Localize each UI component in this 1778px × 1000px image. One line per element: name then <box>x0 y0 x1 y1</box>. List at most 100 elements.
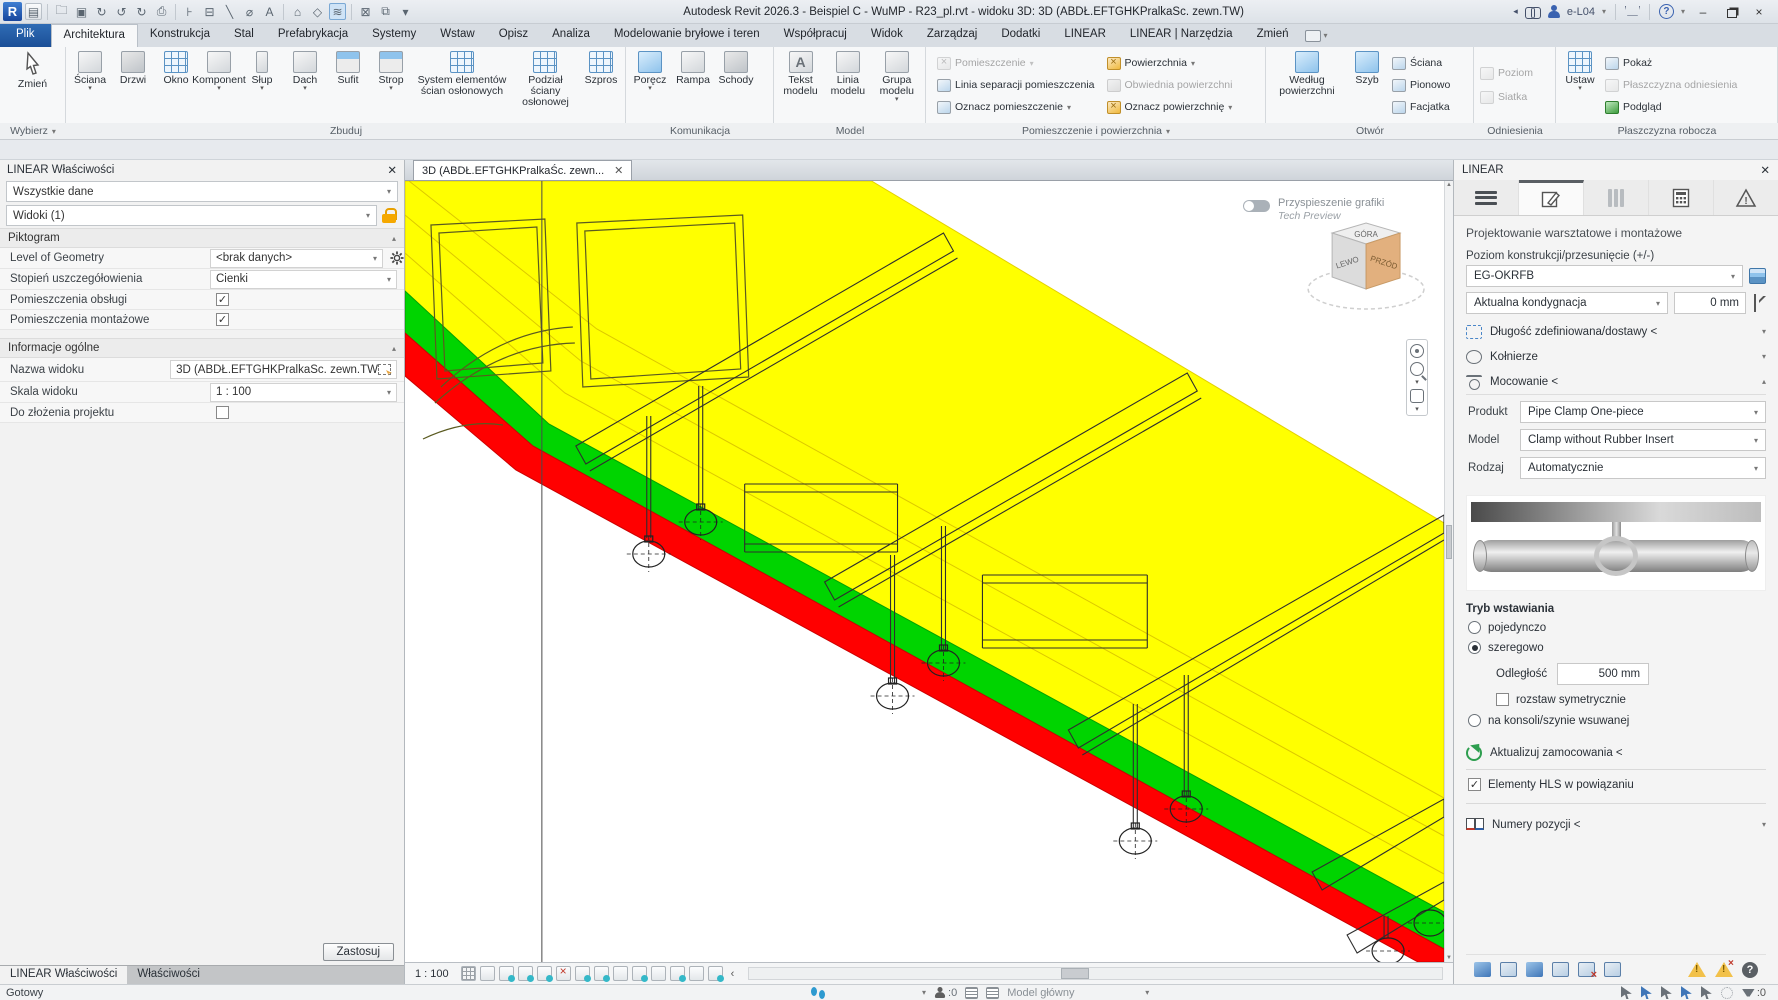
worksharing-display-icon[interactable] <box>670 966 685 981</box>
exchange-icon[interactable]: ≋ <box>329 3 346 20</box>
scroll-up-icon[interactable]: ▲ <box>1445 182 1453 188</box>
mounting-rooms-checkbox[interactable]: ✓ <box>216 313 229 326</box>
column-button[interactable]: Słup▾ <box>241 49 283 121</box>
qat-customize-icon[interactable]: ▾ <box>397 3 414 20</box>
detail-level-icon[interactable] <box>461 966 476 981</box>
default-3d-view-icon[interactable]: ⌂ <box>289 3 306 20</box>
door-button[interactable]: Drzwi <box>112 49 154 121</box>
update-fastenings-button[interactable]: Aktualizuj zamocowania < <box>1466 740 1766 765</box>
tab-prefabrykacja[interactable]: Prefabrykacja <box>266 24 360 47</box>
project-assembly-checkbox[interactable] <box>216 406 229 419</box>
duct-delete-icon[interactable] <box>1578 962 1595 977</box>
stairs-button[interactable]: Schody <box>715 49 757 121</box>
tab-calculator[interactable] <box>1649 180 1714 215</box>
tab-wlasciwosci[interactable]: Właściwości <box>127 966 404 984</box>
area-button[interactable]: Powierzchnia▾ <box>1104 54 1236 73</box>
section-flanges[interactable]: Kołnierze▾ <box>1466 344 1766 369</box>
section-defined-length[interactable]: Długość zdefiniowana/dostawy <▾ <box>1466 319 1766 344</box>
draw-line-icon[interactable]: ╲ <box>221 3 238 20</box>
save-icon[interactable]: ▣ <box>73 3 90 20</box>
roof-button[interactable]: Dach▾ <box>284 49 326 121</box>
tab-konstrukcja[interactable]: Konstrukcja <box>138 24 222 47</box>
rail-segment-icon[interactable] <box>1526 962 1543 977</box>
level-button[interactable]: Poziom <box>1477 64 1536 83</box>
associate-parameter-icon[interactable] <box>378 364 391 375</box>
data-filter-dropdown[interactable]: Wszystkie dane▾ <box>6 181 398 202</box>
horizontal-scrollbar[interactable] <box>748 967 1443 980</box>
scrollbar-thumb[interactable] <box>1061 968 1089 979</box>
move-with-nearby-icon[interactable] <box>708 966 723 981</box>
show-crop-region-icon[interactable] <box>575 966 590 981</box>
vertical-scrollbar[interactable]: ▲ ▼ <box>1444 181 1453 962</box>
distance-field[interactable]: 500 mm <box>1557 663 1649 685</box>
ceiling-button[interactable]: Sufit <box>327 49 369 121</box>
view-tab-3d[interactable]: 3D (ABDŁ.EFTGHKPralkaŚc. zewn... ✕ <box>413 160 632 180</box>
shaft-button[interactable]: Szyb <box>1346 49 1388 121</box>
reveal-hidden-elements-icon[interactable] <box>632 966 647 981</box>
pan-icon[interactable] <box>1410 389 1424 403</box>
zoom-icon[interactable] <box>1410 362 1424 376</box>
wall-opening-button[interactable]: Ściana <box>1389 54 1453 73</box>
group-label-wybierz[interactable]: Wybierz▾ <box>0 123 66 140</box>
room-button[interactable]: Pomieszczenie▾ <box>934 54 1098 73</box>
tag-area-button[interactable]: Oznacz powierzchnię▾ <box>1104 98 1236 117</box>
model-text-button[interactable]: Tekst modelu <box>777 49 824 121</box>
chevron-down-icon[interactable]: ▾ <box>1415 380 1419 385</box>
measure-icon[interactable]: ⊟ <box>201 3 218 20</box>
tab-menu[interactable] <box>1454 180 1519 215</box>
clamp-area-icon[interactable] <box>1500 962 1517 977</box>
signed-in-user[interactable]: e-L04 <box>1567 6 1595 18</box>
tab-stal[interactable]: Stal <box>222 24 266 47</box>
ribbon-display-toggle[interactable]: ▾ <box>1305 24 1328 47</box>
revit-menu-button[interactable]: R <box>3 2 22 21</box>
collapse-bar-icon[interactable]: ‹ <box>727 968 739 980</box>
lock-icon[interactable] <box>381 208 397 224</box>
redo-icon[interactable]: ↻ <box>133 3 150 20</box>
scale-button[interactable]: 1 : 100 <box>409 968 457 980</box>
area-boundary-button[interactable]: Obwiednia powierzchni <box>1104 76 1236 95</box>
tab-architektura[interactable]: Architektura <box>51 24 138 47</box>
railing-button[interactable]: Poręcz▾ <box>629 49 671 121</box>
scroll-down-icon[interactable]: ▼ <box>1445 955 1453 961</box>
file-properties-icon[interactable]: ▤ <box>25 3 42 20</box>
rendering-dialog-icon[interactable] <box>537 966 552 981</box>
drawing-area[interactable]: GÓRA LEWO PRZÓD Przyspieszenie grafiki T… <box>405 181 1444 962</box>
view-name-field[interactable]: 3D (ABDŁ.EFTGHKPralkaŚc. zewn.TW <box>170 360 397 379</box>
dormer-opening-button[interactable]: Facjatka <box>1389 98 1453 117</box>
section-fastening[interactable]: Mocowanie <▴ <box>1466 369 1766 394</box>
ref-plane-button[interactable]: Płaszczyzna odniesienia <box>1602 76 1740 95</box>
user-dropdown-arrow-icon[interactable]: ▾ <box>1602 7 1606 16</box>
text-icon[interactable]: A <box>261 3 278 20</box>
chevron-down-icon[interactable]: ▾ <box>1145 988 1149 997</box>
selection-filter-button[interactable]: :0 <box>1742 987 1766 999</box>
radio-serial[interactable]: szeregowo <box>1468 641 1766 654</box>
help-dropdown-arrow-icon[interactable]: ▾ <box>1681 7 1685 16</box>
tab-warnings[interactable]: ! <box>1714 180 1778 215</box>
tab-analiza[interactable]: Analiza <box>540 24 602 47</box>
chevron-down-icon[interactable]: ▾ <box>922 988 926 997</box>
warnings-dismiss-icon[interactable] <box>1715 962 1733 977</box>
tab-opisz[interactable]: Opisz <box>487 24 540 47</box>
tab-library[interactable] <box>1584 180 1649 215</box>
tab-linear-wlasciwosci[interactable]: LINEAR Właściwości <box>0 966 127 984</box>
search-icon[interactable] <box>1525 7 1541 17</box>
tab-linear[interactable]: LINEAR <box>1052 24 1118 47</box>
tab-linear-narzedzia[interactable]: LINEAR | Narzędzia <box>1118 24 1245 47</box>
help-icon[interactable]: ? <box>1742 962 1758 978</box>
offset-field[interactable]: 0 mm <box>1674 292 1746 314</box>
tag-room-button[interactable]: Oznacz pomieszczenie▾ <box>934 98 1098 117</box>
service-rooms-checkbox[interactable]: ✓ <box>216 293 229 306</box>
tab-plik[interactable]: Plik <box>0 24 51 47</box>
view-scale-dropdown[interactable]: 1 : 100▾ <box>210 383 397 402</box>
selection-dropdown[interactable]: Widoki (1)▾ <box>6 205 377 226</box>
synchronize-icon[interactable]: ↻ <box>93 3 110 20</box>
apply-button[interactable]: Zastosuj <box>323 943 394 961</box>
undo-icon[interactable]: ↺ <box>113 3 130 20</box>
clamp-point-icon[interactable] <box>1474 962 1491 977</box>
drag-on-selection-icon[interactable] <box>1641 986 1652 999</box>
steering-wheel-icon[interactable] <box>1410 344 1424 358</box>
section-piktogram[interactable]: Piktogram▴ <box>0 228 404 248</box>
grid-button[interactable]: Siatka <box>1477 88 1536 107</box>
tab-edit[interactable] <box>1519 180 1584 215</box>
refresh-piece-icon[interactable] <box>1604 962 1621 977</box>
